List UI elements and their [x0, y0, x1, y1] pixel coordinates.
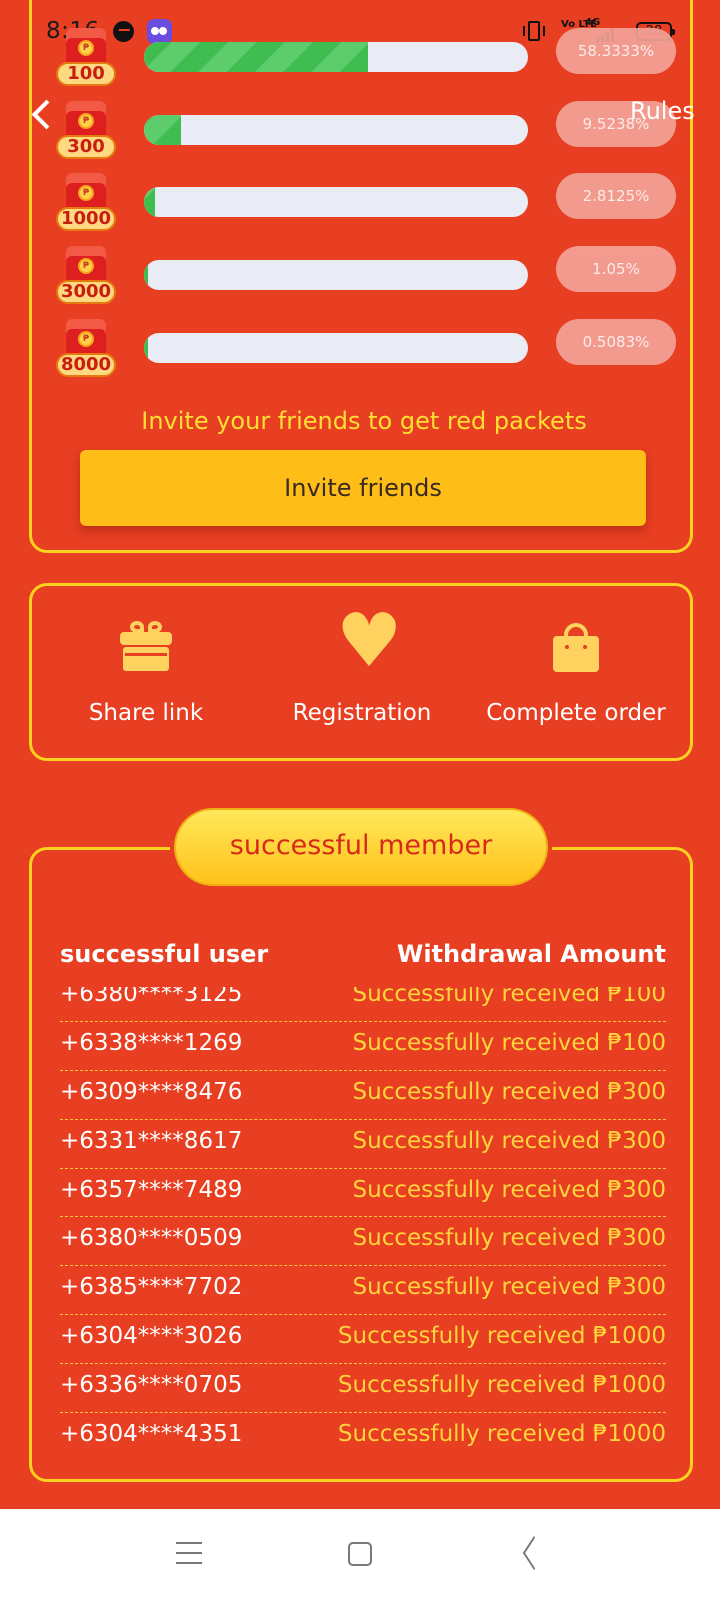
- progress-fill: [144, 115, 181, 145]
- member-phone: +6336****0705: [60, 1372, 243, 1399]
- members-table-header: successful user Withdrawal Amount: [60, 940, 666, 974]
- member-phone: +6380****0509: [60, 1225, 243, 1252]
- progress-bar: [144, 115, 528, 145]
- member-phone: +6338****1269: [60, 1029, 243, 1056]
- member-row: +6380****3125 Successfully received ₱100: [60, 987, 666, 1022]
- heart-icon: [336, 604, 402, 678]
- invite-page: 8:16 Vo LTE 4G 28 ₱10058.3333%₱3009.5238…: [0, 0, 720, 1600]
- step-label: Complete order: [486, 700, 666, 726]
- red-packet-icon: ₱ 1000: [56, 173, 116, 231]
- packet-amount: 3000: [56, 280, 116, 304]
- step-label: Share link: [88, 700, 204, 726]
- step-complete-order: Complete order: [466, 586, 686, 764]
- member-withdrawal-status: Successfully received ₱1000: [337, 1372, 666, 1399]
- red-packet-icon: ₱ 8000: [56, 319, 116, 377]
- member-withdrawal-status: Successfully received ₱300: [352, 1225, 666, 1252]
- member-row: +6304****3026 Successfully received ₱1000: [60, 1315, 666, 1365]
- member-withdrawal-status: Successfully received ₱100: [352, 1029, 666, 1056]
- packet-amount: 1000: [56, 207, 116, 231]
- member-phone: +6385****7702: [60, 1274, 243, 1301]
- step-label: Registration: [292, 700, 432, 726]
- member-phone: +6357****7489: [60, 1176, 243, 1203]
- step-registration: Registration: [252, 586, 472, 764]
- member-withdrawal-status: Successfully received ₱300: [352, 1127, 666, 1154]
- menu-icon[interactable]: [176, 1541, 202, 1565]
- member-withdrawal-status: Successfully received ₱1000: [337, 1323, 666, 1350]
- member-row: +6336****0705 Successfully received ₱1000: [60, 1364, 666, 1414]
- member-row: +6385****7702 Successfully received ₱300: [60, 1266, 666, 1316]
- member-row: +6309****8476 Successfully received ₱300: [60, 1071, 666, 1120]
- red-packet-icon: ₱ 3000: [56, 246, 116, 304]
- members-list[interactable]: +6380****3125 Successfully received ₱100 +…: [60, 987, 666, 1476]
- progress-fill: [144, 187, 155, 217]
- percent-pill: 1.05%: [556, 246, 676, 292]
- member-withdrawal-status: Successfully received ₱1000: [337, 1421, 666, 1448]
- member-phone: +6304****3026: [60, 1323, 243, 1350]
- red-packet-icon: ₱ 300: [56, 101, 116, 159]
- member-row: +6331****8617 Successfully received ₱300: [60, 1120, 666, 1169]
- member-phone: +6309****8476: [60, 1078, 243, 1105]
- member-row: +6380****0509 Successfully received ₱300: [60, 1217, 666, 1267]
- member-withdrawal-status: Successfully received ₱300: [352, 1078, 666, 1105]
- progress-bar: [144, 187, 528, 217]
- invite-friends-button[interactable]: Invite friends: [80, 450, 646, 526]
- gift-icon: [120, 620, 172, 672]
- system-nav-bar: [0, 1509, 720, 1600]
- packet-amount: 100: [56, 62, 116, 86]
- steps-card: Share link Registration Complete order: [29, 583, 693, 761]
- packet-row: ₱ 100 58.3333%: [32, 28, 696, 88]
- percent-pill: 58.3333%: [556, 28, 676, 74]
- red-packet-progress-card: ₱ 100 58.3333% ₱ 300 9.5238% ₱ 1000 2.8125% ₱ 3000…: [29, 0, 693, 553]
- member-row: +6338****1269 Successfully received ₱100: [60, 1022, 666, 1071]
- member-withdrawal-status: Successfully received ₱300: [352, 1274, 666, 1301]
- member-phone: +6331****8617: [60, 1127, 243, 1154]
- back-chevron-icon[interactable]: [24, 96, 58, 132]
- member-row: +6304****4351 Successfully received ₱1000: [60, 1413, 666, 1462]
- percent-pill: 0.5083%: [556, 319, 676, 365]
- packet-amount: 8000: [56, 353, 116, 377]
- progress-fill: [144, 42, 368, 72]
- shopping-bag-icon: [550, 620, 602, 672]
- member-phone: +6380****3125: [60, 987, 243, 1007]
- progress-bar: [144, 42, 528, 72]
- invite-hint: Invite your friends to get red packets: [141, 407, 587, 435]
- back-icon[interactable]: [520, 1539, 548, 1569]
- member-row: +6357****7489 Successfully received ₱300: [60, 1169, 666, 1218]
- step-share-link: Share link: [36, 586, 256, 764]
- packet-amount: 300: [56, 135, 116, 159]
- progress-bar: [144, 333, 528, 363]
- home-icon[interactable]: [348, 1542, 372, 1566]
- progress-fill: [144, 260, 148, 290]
- header-successful-user: successful user: [60, 940, 269, 968]
- packet-row: ₱ 300 9.5238%: [32, 101, 696, 161]
- successful-member-badge: successful member: [174, 808, 548, 886]
- packet-row: ₱ 3000 1.05%: [32, 246, 696, 306]
- progress-fill: [144, 333, 148, 363]
- member-phone: +6304****4351: [60, 1421, 243, 1448]
- successful-members-card: successful user Withdrawal Amount +6380*…: [29, 847, 693, 1482]
- packet-row: ₱ 8000 0.5083%: [32, 319, 696, 379]
- member-withdrawal-status: Successfully received ₱300: [352, 1176, 666, 1203]
- progress-bar: [144, 260, 528, 290]
- red-packet-icon: ₱ 100: [56, 28, 116, 86]
- rules-link[interactable]: Rules: [630, 97, 695, 125]
- packet-row: ₱ 1000 2.8125%: [32, 173, 696, 233]
- header-withdrawal-amount: Withdrawal Amount: [396, 940, 666, 968]
- member-withdrawal-status: Successfully received ₱100: [352, 987, 666, 1007]
- percent-pill: 2.8125%: [556, 173, 676, 219]
